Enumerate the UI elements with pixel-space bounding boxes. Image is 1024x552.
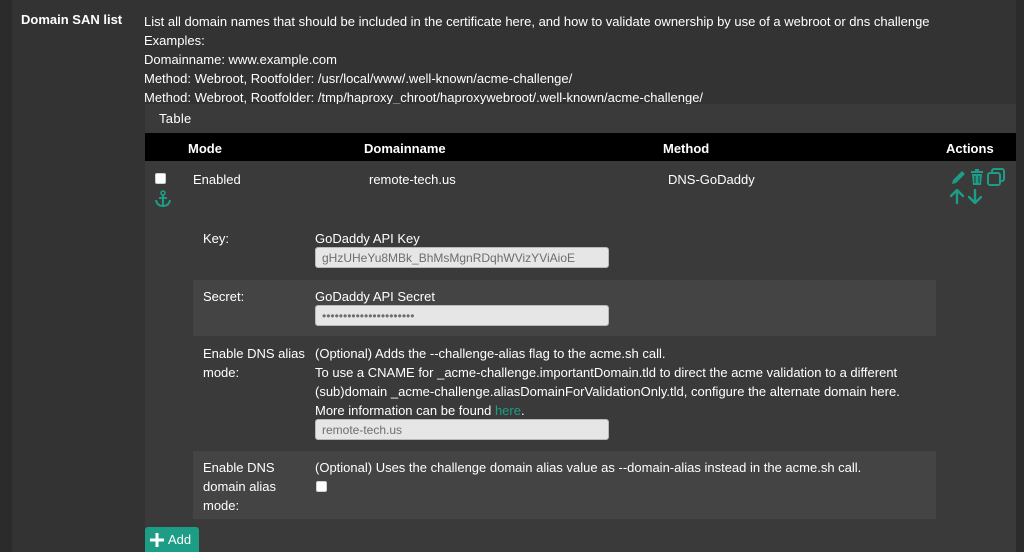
column-header-domainname: Domainname [364,141,446,156]
secret-label: Secret: [203,289,245,304]
field-label: Domain SAN list [21,12,123,27]
dns-alias-label: Enable DNS alias mode: [203,344,305,382]
domain-alias-label-line: mode: [203,498,240,513]
more-info-suffix: . [520,403,525,418]
anchor-icon[interactable] [153,190,173,208]
help-line: Method: Webroot, Rootfolder: /usr/local/… [144,71,573,86]
dns-alias-label-line: Enable DNS alias [203,346,305,361]
row-mode: Enabled [193,172,241,187]
dns-alias-help-line: (Optional) Adds the --challenge-alias fl… [315,346,666,361]
domain-alias-label-line: domain alias [203,479,276,494]
domain-alias-label: Enable DNS domain alias mode: [203,458,276,515]
dns-alias-help: (Optional) Adds the --challenge-alias fl… [315,344,900,420]
row-select-checkbox[interactable] [155,173,166,184]
pencil-icon[interactable] [950,169,967,186]
row-method: DNS-GoDaddy [668,172,755,187]
add-button[interactable]: Add [145,527,199,552]
domain-alias-checkbox[interactable] [316,481,327,492]
field-help: List all domain names that should be inc… [144,12,930,107]
arrow-down-icon[interactable] [968,189,982,204]
dns-alias-help-line: (sub)domain _acme-challenge.aliasDomainF… [315,384,900,399]
add-button-label: Add [168,532,192,547]
help-line: Examples: [144,33,205,48]
domain-alias-label-line: Enable DNS [203,460,275,475]
row-domainname: remote-tech.us [369,172,456,187]
domain-alias-help: (Optional) Uses the challenge domain ali… [315,460,862,475]
secret-title: GoDaddy API Secret [315,289,435,304]
right-edge-strip [1016,0,1024,552]
more-info-link[interactable]: here [495,403,521,418]
help-line: Domainname: www.example.com [144,52,337,67]
key-label: Key: [203,231,230,246]
dns-alias-more: More information can be found here. [315,401,900,420]
plus-icon [150,532,164,547]
left-edge-strip [0,0,12,552]
dns-alias-label-line: mode: [203,365,240,380]
help-line: List all domain names that should be inc… [144,14,930,29]
column-header-method: Method [663,141,710,156]
api-secret-input[interactable] [315,305,609,326]
arrow-up-icon[interactable] [950,189,964,204]
table-header [145,133,1016,161]
column-header-actions: Actions [946,141,994,156]
key-title: GoDaddy API Key [315,231,420,246]
copy-icon[interactable] [987,168,1005,186]
column-header-mode: Mode [188,141,222,156]
dns-alias-input[interactable] [315,419,609,440]
trash-icon[interactable] [969,169,985,186]
dns-alias-help-line: To use a CNAME for _acme-challenge.impor… [315,365,898,380]
table-title: Table [159,111,192,126]
api-key-input[interactable] [315,247,609,268]
more-info-text: More information can be found [315,403,495,418]
